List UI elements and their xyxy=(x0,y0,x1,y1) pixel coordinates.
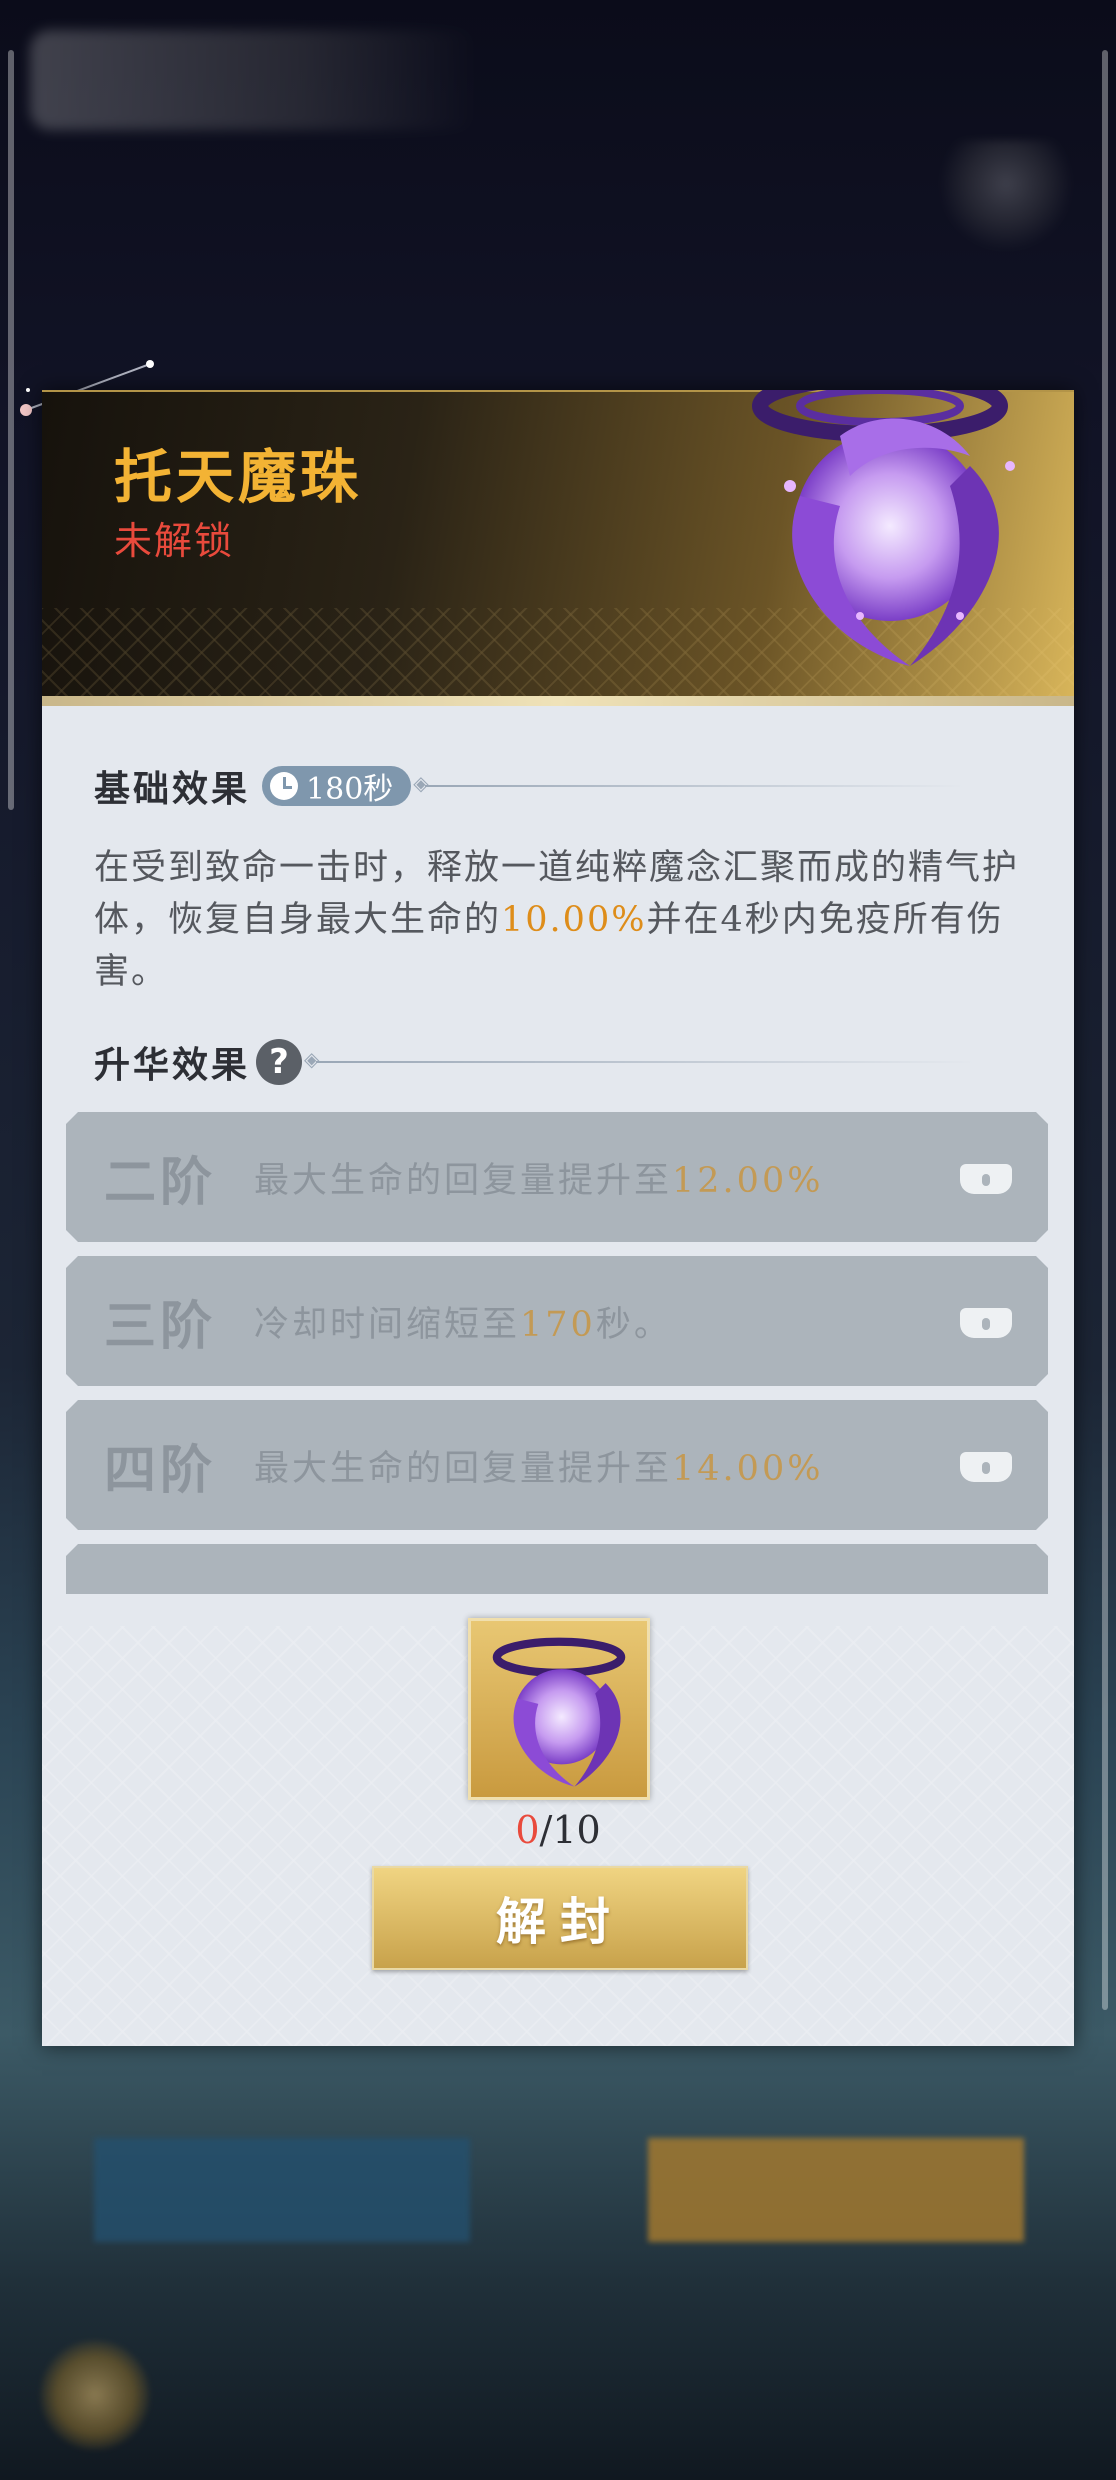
header-divider xyxy=(42,696,1074,706)
unseal-button[interactable]: 解封 xyxy=(372,1866,748,1970)
scrollbar-left[interactable] xyxy=(8,50,14,810)
base-effect-header: 基础效果 180秒 xyxy=(94,760,966,812)
tier-row-3[interactable]: 三阶 冷却时间缩短至170秒。 xyxy=(66,1256,1048,1386)
ascension-effect-header: 升华效果 ? xyxy=(94,1036,977,1088)
base-effect-description: 在受到致命一击时，释放一道纯粹魔念汇聚而成的精气护体，恢复自身最大生命的10.0… xyxy=(94,848,1020,992)
background-button-left xyxy=(94,2138,470,2242)
lock-icon xyxy=(960,1304,1012,1338)
decorative-divider xyxy=(304,1047,977,1071)
scrollbar-right[interactable] xyxy=(1102,50,1108,2010)
background-topright-icon xyxy=(936,140,1076,250)
demon-orb-material-icon xyxy=(492,1637,626,1787)
decorative-divider xyxy=(413,771,966,795)
tier-description: 冷却时间缩短至170秒。 xyxy=(254,1304,672,1345)
tier-description: 最大生命的回复量提升至14.00% xyxy=(254,1448,824,1489)
lock-icon xyxy=(960,1448,1012,1482)
base-effect-title: 基础效果 xyxy=(94,768,251,810)
material-count: 0/10 xyxy=(42,1808,1074,1852)
item-title: 托天魔珠 xyxy=(114,443,363,511)
tier-description: 最大生命的回复量提升至12.00% xyxy=(254,1160,824,1201)
heal-percent-value: 10.00% xyxy=(501,900,647,940)
ascension-effect-title: 升华效果 xyxy=(94,1044,251,1086)
tier-row-4[interactable]: 四阶 最大生命的回复量提升至14.00% xyxy=(66,1400,1048,1530)
background-title-blur xyxy=(30,30,480,130)
lock-icon xyxy=(960,1160,1012,1194)
help-icon[interactable]: ? xyxy=(256,1039,303,1085)
tier-row-2[interactable]: 二阶 最大生命的回复量提升至12.00% xyxy=(66,1112,1048,1242)
ascension-tier-list[interactable]: 二阶 最大生命的回复量提升至12.00% 三阶 冷却时间缩短至170秒。 四阶 … xyxy=(66,1110,1048,1594)
required-count: /10 xyxy=(539,1808,601,1852)
cooldown-value: 180秒 xyxy=(306,772,394,807)
unlock-status: 未解锁 xyxy=(114,519,235,563)
cooldown-badge: 180秒 xyxy=(262,766,412,807)
tier-name: 二阶 xyxy=(104,1151,217,1213)
demon-orb-icon xyxy=(752,390,1015,666)
tier-name: 三阶 xyxy=(104,1295,217,1357)
material-item-slot[interactable] xyxy=(468,1618,650,1800)
clock-icon xyxy=(270,772,299,800)
tier-row-5-partial[interactable] xyxy=(66,1544,1048,1594)
item-detail-panel: 托天魔珠 未解锁 基础效果 180秒 在受到致命一击时，释放一道纯粹魔念汇聚而成… xyxy=(42,390,1074,2046)
background-button-right xyxy=(648,2138,1024,2242)
background-bottom-icon xyxy=(40,2340,150,2450)
owned-count: 0 xyxy=(515,1808,540,1852)
tier-name: 四阶 xyxy=(104,1439,217,1501)
